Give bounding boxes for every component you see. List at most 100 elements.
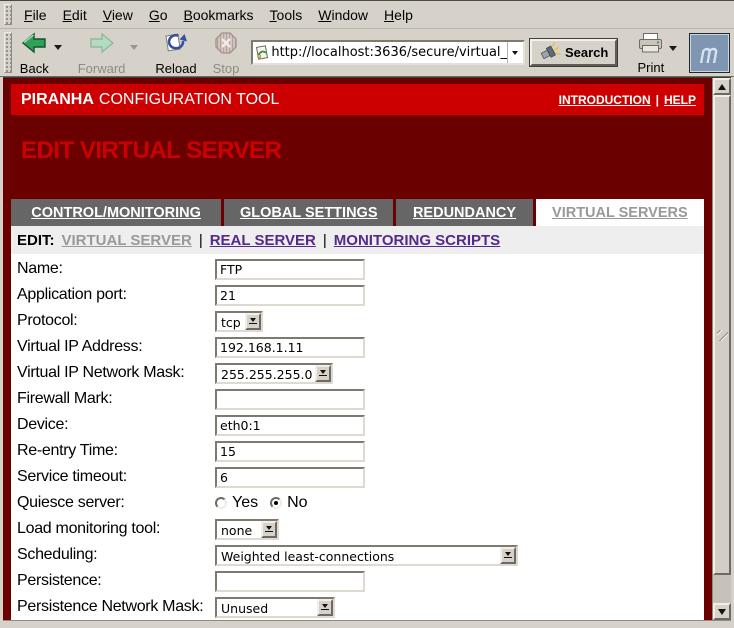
stop-button[interactable]: Stop (209, 29, 244, 77)
browser-window: File Edit View Go Bookmarks Tools Window… (0, 0, 734, 628)
menubar-grippy-handle[interactable] (4, 4, 12, 25)
quiesce-yes-radio[interactable] (215, 497, 227, 509)
menu-window[interactable]: Window (310, 7, 376, 23)
print-button[interactable]: Print (633, 30, 668, 76)
print-dropdown-arrow-icon[interactable] (669, 46, 677, 51)
back-button[interactable]: Back (16, 29, 53, 77)
chevron-down-icon (245, 313, 261, 330)
scroll-up-button[interactable] (713, 78, 731, 95)
forward-icon (89, 31, 115, 60)
reload-button[interactable]: Reload (151, 29, 200, 77)
tab-bar: CONTROL/MONITORING GLOBAL SETTINGS REDUN… (11, 199, 704, 226)
forward-dropdown-arrow-icon[interactable] (130, 45, 138, 50)
persistence-label: Persistence: (17, 572, 215, 590)
url-dropdown-button[interactable] (507, 42, 523, 63)
subnav-separator: | (199, 232, 203, 249)
menu-go[interactable]: Go (141, 7, 176, 23)
scrollbar-thumb[interactable] (713, 95, 731, 575)
search-button[interactable]: Search (530, 39, 617, 66)
virtual-server-current: VIRTUAL SERVER (62, 232, 192, 249)
load-monitoring-select-value: none (217, 521, 261, 538)
subnav-separator: | (323, 232, 327, 249)
firewall-mark-input[interactable] (215, 389, 365, 410)
monitoring-scripts-link[interactable]: MONITORING SCRIPTS (334, 232, 500, 249)
form-row: Service timeout: (17, 464, 704, 490)
form-row: Quiesce server: Yes No (17, 490, 704, 516)
service-timeout-label: Service timeout: (17, 468, 215, 486)
menu-edit[interactable]: Edit (55, 7, 95, 23)
chevron-down-icon (500, 547, 516, 564)
persistence-mask-select[interactable]: Unused (215, 597, 335, 618)
protocol-select-value: tcp (217, 313, 245, 330)
chevron-down-icon (315, 365, 331, 382)
forward-button[interactable]: Forward (74, 29, 130, 77)
device-label: Device: (17, 416, 215, 434)
scroll-down-button[interactable] (713, 603, 731, 620)
chevron-down-icon (512, 51, 518, 55)
form-row: Protocol: tcp (17, 308, 704, 334)
back-label: Back (20, 61, 49, 76)
persistence-mask-select-value: Unused (217, 599, 317, 616)
application-port-label: Application port: (17, 286, 215, 304)
introduction-link[interactable]: INTRODUCTION (559, 93, 651, 107)
name-label: Name: (17, 260, 215, 278)
scheduling-select[interactable]: Weighted least-connections (215, 545, 518, 566)
vertical-scrollbar[interactable] (712, 78, 731, 620)
reentry-time-input[interactable] (215, 441, 365, 462)
form-row: Load monitoring tool: none (17, 516, 704, 542)
device-input[interactable] (215, 415, 365, 436)
edit-subnav: EDIT: VIRTUAL SERVER | REAL SERVER | MON… (11, 226, 704, 254)
load-monitoring-select[interactable]: none (215, 519, 279, 540)
menubar: File Edit View Go Bookmarks Tools Window… (0, 1, 734, 29)
tab-global-settings[interactable]: GLOBAL SETTINGS (224, 199, 393, 226)
menu-view[interactable]: View (95, 7, 141, 23)
menu-bookmarks[interactable]: Bookmarks (176, 7, 262, 23)
real-server-link[interactable]: REAL SERVER (210, 232, 316, 249)
persistence-mask-label: Persistence Network Mask: (17, 598, 215, 616)
piranha-brand-bar: PIRANHA CONFIGURATION TOOL INTRODUCTION … (11, 84, 704, 115)
form-row: Application port: (17, 282, 704, 308)
quiesce-no-label: No (287, 494, 307, 512)
scheduling-select-value: Weighted least-connections (217, 547, 500, 564)
reload-icon (163, 31, 188, 60)
virtual-ip-input[interactable] (215, 337, 365, 358)
link-separator: | (656, 93, 659, 107)
application-port-input[interactable] (215, 285, 365, 306)
print-label: Print (637, 60, 664, 75)
menu-file[interactable]: File (16, 7, 55, 23)
form-row: Virtual IP Address: (17, 334, 704, 360)
reentry-time-label: Re-entry Time: (17, 442, 215, 460)
virtual-ip-mask-label: Virtual IP Network Mask: (17, 364, 215, 382)
service-timeout-input[interactable] (215, 467, 365, 488)
persistence-input[interactable] (215, 571, 365, 592)
menu-help[interactable]: Help (376, 7, 421, 23)
page-title: EDIT VIRTUAL SERVER (21, 137, 704, 165)
virtual-ip-mask-select[interactable]: 255.255.255.0 (215, 363, 333, 384)
mozilla-logo[interactable] (689, 33, 730, 73)
page-content: PIRANHA CONFIGURATION TOOL INTRODUCTION … (3, 78, 712, 620)
chevron-down-icon (317, 599, 333, 616)
back-dropdown-arrow-icon[interactable] (54, 45, 62, 50)
tab-virtual-servers[interactable]: VIRTUAL SERVERS (536, 199, 704, 226)
tab-control-monitoring[interactable]: CONTROL/MONITORING (11, 199, 221, 226)
form-row: Firewall Mark: (17, 386, 704, 412)
help-link[interactable]: HELP (664, 93, 696, 107)
form-row: Persistence Network Mask: Unused (17, 594, 704, 620)
quiesce-no-radio[interactable] (270, 497, 282, 509)
form-row: Virtual IP Network Mask: 255.255.255.0 (17, 360, 704, 386)
menu-tools[interactable]: Tools (262, 7, 311, 23)
tab-redundancy[interactable]: REDUNDANCY (396, 199, 532, 226)
name-input[interactable] (215, 259, 365, 280)
window-bottom-edge (3, 620, 731, 627)
url-input[interactable] (271, 45, 507, 60)
search-label: Search (565, 45, 608, 60)
virtual-ip-mask-select-value: 255.255.255.0 (217, 365, 315, 382)
scheduling-label: Scheduling: (17, 546, 215, 564)
toolbar-grippy-handle[interactable] (4, 32, 12, 73)
firewall-mark-label: Firewall Mark: (17, 390, 215, 408)
protocol-select[interactable]: tcp (215, 311, 263, 332)
url-bar (251, 40, 525, 65)
thumb-grip-icon (717, 330, 728, 341)
form-row: Scheduling: Weighted least-connections (17, 542, 704, 568)
bookmark-page-icon[interactable] (253, 45, 271, 61)
